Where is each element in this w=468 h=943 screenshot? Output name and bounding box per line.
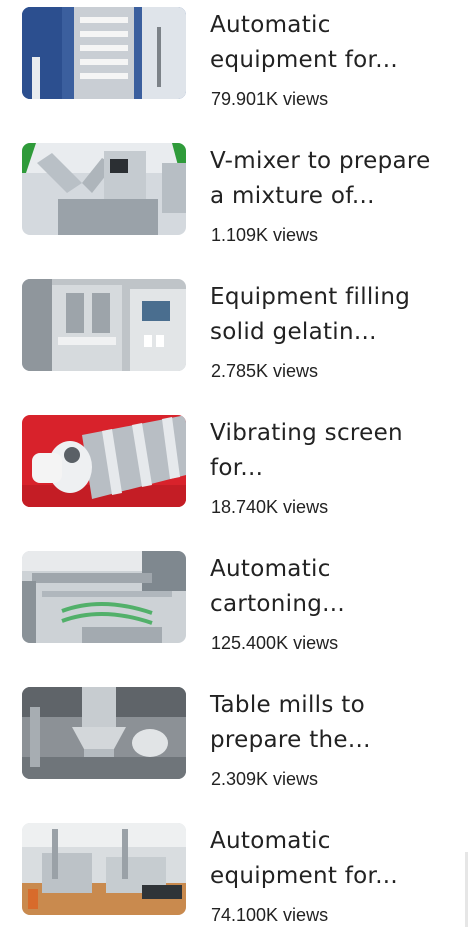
video-title-line: a mixture of... bbox=[210, 183, 375, 209]
packaging-line-thumbnail bbox=[22, 823, 186, 915]
video-view-count: 18.740K views bbox=[211, 497, 329, 517]
video-thumbnail[interactable] bbox=[22, 7, 186, 99]
video-title-line: V-mixer to prepare bbox=[210, 148, 431, 174]
video-title[interactable]: Vibrating screen for... bbox=[210, 416, 450, 486]
video-card-7[interactable]: Automatic equipment for... 74.100K views bbox=[0, 823, 468, 943]
video-thumbnail[interactable] bbox=[22, 415, 186, 507]
video-title-line: Automatic bbox=[210, 12, 331, 38]
video-title-line: cartoning... bbox=[210, 591, 345, 617]
video-card-1[interactable]: Automatic equipment for... 79.901K views bbox=[0, 7, 468, 127]
cartoning-machine-thumbnail bbox=[22, 551, 186, 643]
video-title-line: solid gelatin... bbox=[210, 319, 377, 345]
capsule-filling-machine-thumbnail bbox=[22, 279, 186, 371]
video-title[interactable]: Table mills to prepare the... bbox=[210, 688, 450, 758]
video-title[interactable]: Automatic equipment for... bbox=[210, 824, 450, 894]
video-thumbnail[interactable] bbox=[22, 823, 186, 915]
vibrating-screen-thumbnail bbox=[22, 415, 186, 507]
video-view-count: 2.309K views bbox=[211, 769, 319, 789]
video-card-5[interactable]: Automatic cartoning... 125.400K views bbox=[0, 551, 468, 671]
video-title-line: Automatic bbox=[210, 828, 331, 854]
video-title-line: Vibrating screen bbox=[210, 420, 403, 446]
v-mixer-machine-thumbnail bbox=[22, 143, 186, 235]
video-view-count: 1.109K views bbox=[211, 225, 319, 245]
video-title-line: equipment for... bbox=[210, 863, 399, 889]
video-thumbnail[interactable] bbox=[22, 279, 186, 371]
video-title[interactable]: Automatic cartoning... bbox=[210, 552, 450, 622]
video-title-line: Equipment filling bbox=[210, 284, 411, 310]
video-view-count: 2.785K views bbox=[211, 361, 319, 381]
video-title[interactable]: Automatic equipment for... bbox=[210, 8, 450, 78]
video-view-count: 79.901K views bbox=[211, 89, 329, 109]
video-thumbnail[interactable] bbox=[22, 143, 186, 235]
video-title-line: Automatic bbox=[210, 556, 331, 582]
video-title[interactable]: Equipment filling solid gelatin... bbox=[210, 280, 450, 350]
video-card-6[interactable]: Table mills to prepare the... 2.309K vie… bbox=[0, 687, 468, 807]
video-title[interactable]: V-mixer to prepare a mixture of... bbox=[210, 144, 450, 214]
video-title-line: prepare the... bbox=[210, 727, 371, 753]
video-view-count: 74.100K views bbox=[211, 905, 329, 925]
video-thumbnail[interactable] bbox=[22, 551, 186, 643]
video-title-line: Table mills to bbox=[210, 692, 365, 718]
vacuum-loader-machine-thumbnail bbox=[22, 7, 186, 99]
video-view-count: 125.400K views bbox=[211, 633, 339, 653]
video-card-4[interactable]: Vibrating screen for... 18.740K views bbox=[0, 415, 468, 535]
video-title-line: equipment for... bbox=[210, 47, 399, 73]
video-thumbnail[interactable] bbox=[22, 687, 186, 779]
video-card-2[interactable]: V-mixer to prepare a mixture of... 1.109… bbox=[0, 143, 468, 263]
video-title-line: for... bbox=[210, 455, 264, 481]
table-mill-thumbnail bbox=[22, 687, 186, 779]
video-card-3[interactable]: Equipment filling solid gelatin... 2.785… bbox=[0, 279, 468, 399]
